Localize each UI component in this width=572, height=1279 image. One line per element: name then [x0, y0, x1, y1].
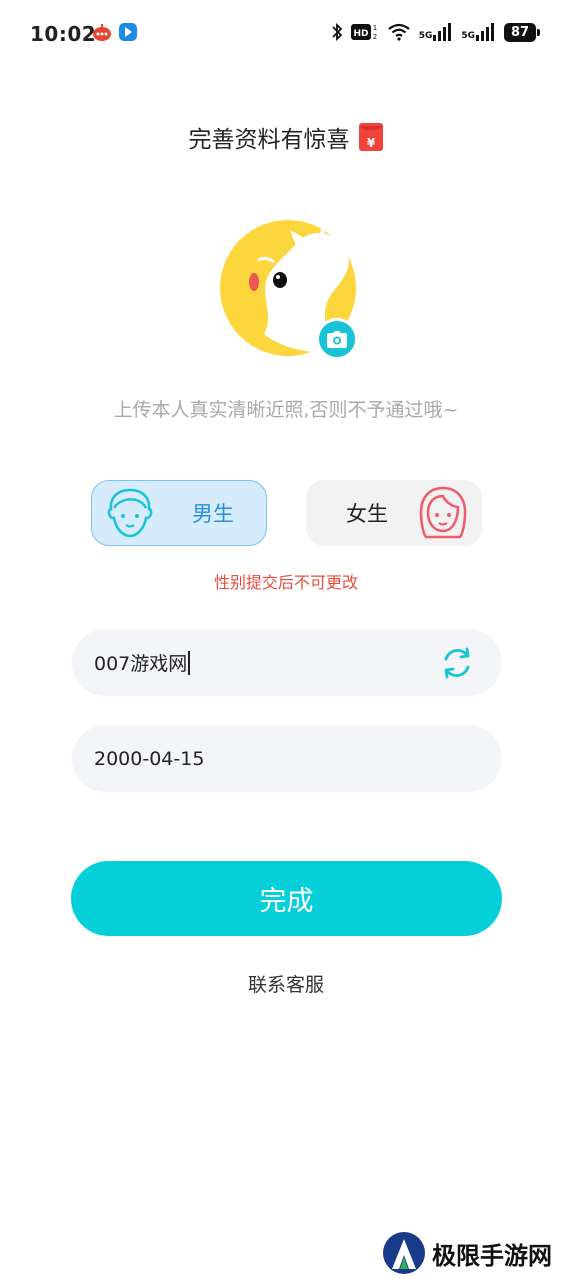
svg-text:2: 2 [372, 33, 376, 41]
page-title-text: 完善资料有惊喜 [188, 127, 350, 153]
nickname-value: 007游戏网 [94, 653, 188, 675]
svg-text:1: 1 [372, 24, 376, 32]
page-title: 完善资料有惊喜 ¥ [0, 120, 572, 154]
birthday-field[interactable]: 2000-04-15 [72, 725, 502, 792]
network-type-2: 5G [461, 31, 475, 41]
signal-icon [433, 23, 452, 41]
status-bar: 10:02 HD 1 2 5G 5G 87 [0, 0, 572, 70]
photo-hint-text: 上传本人真实清晰近照,否则不予通过哦~ [113, 399, 459, 421]
bluetooth-icon [332, 22, 342, 42]
watermark-text: 极限手游网 [432, 1240, 552, 1270]
gender-male-button[interactable]: 男生 [91, 480, 267, 546]
camera-icon [327, 330, 347, 348]
gender-warning-text: 性别提交后不可更改 [213, 573, 358, 592]
network-type-1: 5G [418, 31, 433, 41]
signal-icon [476, 23, 494, 41]
watermark-logo-icon [383, 1232, 425, 1274]
red-envelope-icon: ¥ [358, 123, 383, 151]
refresh-icon[interactable] [440, 646, 474, 680]
status-right-icons: HD 1 2 5G 5G 87 [331, 22, 540, 42]
nickname-input[interactable]: 007游戏网 [72, 629, 502, 696]
girl-face-icon [419, 486, 467, 539]
hd-icon: HD 1 2 [350, 24, 377, 41]
svg-text:HD: HD [353, 29, 368, 39]
gender-female-button[interactable]: 女生 [306, 480, 482, 546]
wifi-icon [388, 23, 410, 41]
status-time: 10:02 [30, 22, 97, 46]
status-app-icons [92, 22, 138, 42]
app-notification-icon [93, 24, 111, 41]
gender-female-label: 女生 [346, 502, 388, 526]
gender-male-label: 男生 [192, 502, 234, 526]
contact-support-link[interactable]: 联系客服 [0, 970, 572, 997]
app-blue-icon [119, 23, 137, 41]
birthday-value: 2000-04-15 [94, 747, 205, 770]
boy-face-icon [107, 488, 153, 538]
text-cursor [188, 650, 191, 675]
battery-icon: 87 [504, 22, 540, 42]
camera-button[interactable] [316, 318, 358, 360]
watermark: 极限手游网 [382, 1230, 564, 1276]
svg-text:¥: ¥ [366, 136, 375, 150]
submit-button[interactable]: 完成 [71, 861, 502, 936]
